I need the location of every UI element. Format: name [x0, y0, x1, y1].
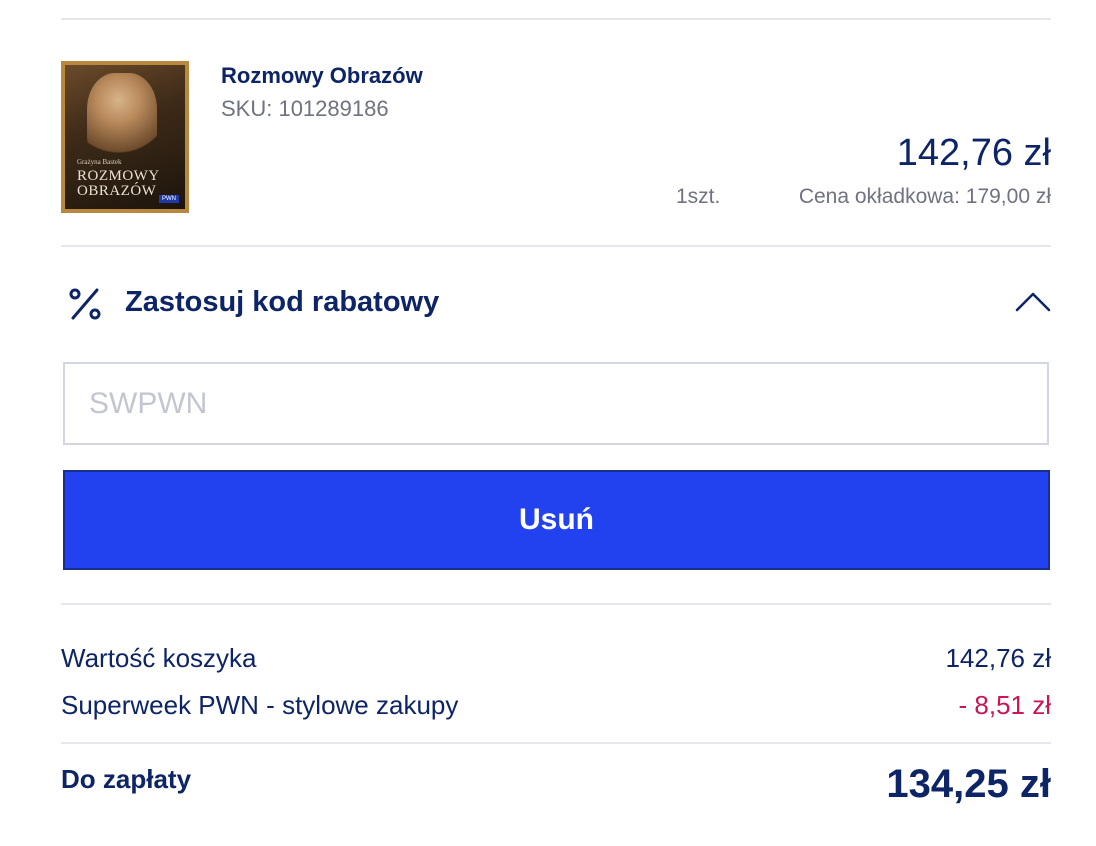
promo-label: Superweek PWN - stylowe zakupy — [61, 690, 459, 720]
product-sku: SKU: 101289186 — [221, 96, 389, 121]
percent-icon — [69, 288, 101, 320]
publisher-logo: PWN — [159, 195, 179, 203]
cover-title: ROZMOWY OBRAZÓW — [77, 168, 160, 199]
divider — [61, 603, 1051, 605]
product-quantity: 1szt. — [676, 185, 721, 208]
product-cover-price: Cena okładkowa: 179,00 zł — [798, 185, 1051, 208]
discount-code-input[interactable] — [63, 362, 1049, 445]
product-price: 142,76 zł — [896, 132, 1051, 174]
product-cover-image[interactable]: Grażyna Bastek ROZMOWY OBRAZÓW PWN — [61, 61, 189, 213]
divider — [61, 245, 1051, 247]
cover-painting — [87, 73, 157, 163]
cart-value-label: Wartość koszyka — [61, 643, 257, 673]
divider — [61, 18, 1051, 20]
divider — [61, 742, 1051, 744]
discount-code-header[interactable]: Zastosuj kod rabatowy — [61, 280, 1051, 330]
product-title[interactable]: Rozmowy Obrazów — [221, 63, 423, 89]
discount-code-label: Zastosuj kod rabatowy — [125, 286, 440, 318]
cover-author: Grażyna Bastek — [77, 158, 122, 166]
cart-value: 142,76 zł — [945, 643, 1051, 673]
total-value: 134,25 zł — [886, 762, 1051, 806]
chevron-up-icon[interactable] — [1015, 290, 1051, 314]
promo-discount-value: - 8,51 zł — [958, 690, 1052, 720]
total-label: Do zapłaty — [61, 764, 192, 794]
remove-discount-button[interactable]: Usuń — [63, 470, 1050, 570]
